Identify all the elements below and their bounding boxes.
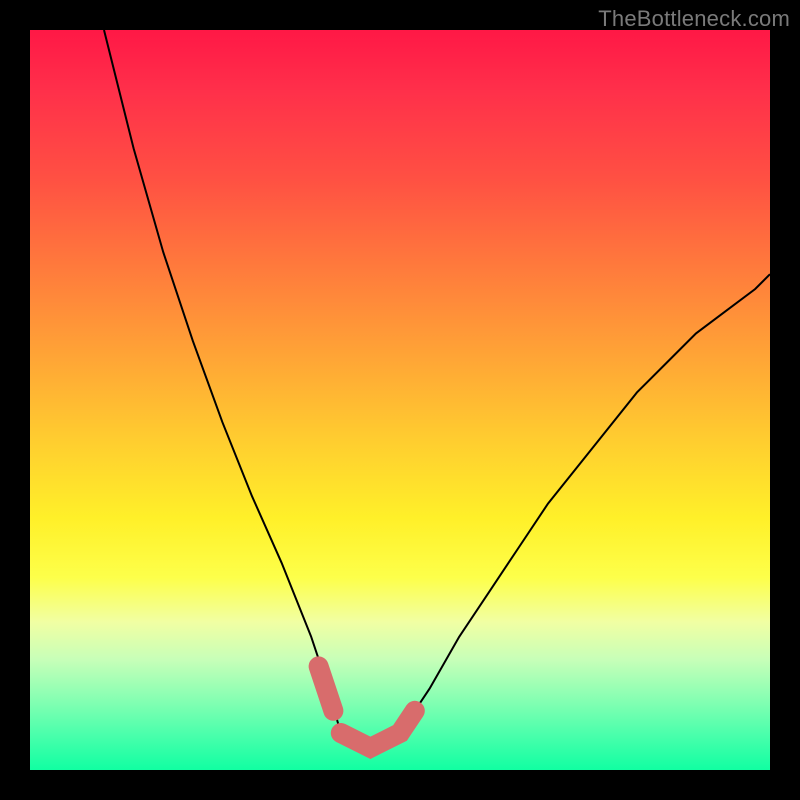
watermark-text: TheBottleneck.com (598, 6, 790, 32)
chart-frame: TheBottleneck.com (0, 0, 800, 800)
curve-layer (30, 30, 770, 770)
curve-right-branch (400, 274, 770, 733)
plot-area (30, 30, 770, 770)
curve-left-branch (104, 30, 341, 733)
highlight-left-tip (319, 666, 334, 710)
highlight-valley (341, 711, 415, 748)
